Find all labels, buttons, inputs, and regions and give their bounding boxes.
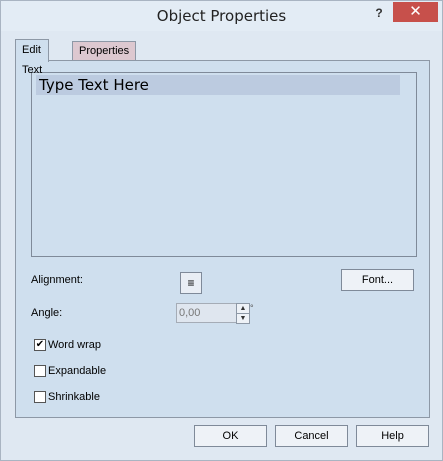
alignment-label: Alignment:: [31, 274, 83, 286]
help-button[interactable]: Help: [356, 425, 429, 447]
help-icon[interactable]: ?: [369, 3, 389, 23]
ok-button[interactable]: OK: [194, 425, 267, 447]
font-button[interactable]: Font...: [341, 269, 414, 291]
word-wrap-checkbox[interactable]: ✔: [34, 339, 46, 351]
text-content[interactable]: Type Text Here: [36, 75, 400, 95]
cancel-button[interactable]: Cancel: [275, 425, 348, 447]
angle-input[interactable]: 0,00: [176, 303, 240, 323]
alignment-button[interactable]: ≡: [180, 272, 202, 294]
angle-label: Angle:: [31, 307, 63, 319]
title-bar: Object Properties ? ✕: [1, 1, 442, 31]
text-editor[interactable]: Type Text Here: [31, 72, 417, 257]
shrinkable-label: Shrinkable: [48, 391, 100, 403]
shrinkable-checkbox[interactable]: [34, 391, 46, 403]
angle-spin-down-icon[interactable]: ▼: [236, 313, 250, 324]
close-button[interactable]: ✕: [393, 2, 438, 22]
word-wrap-label: Word wrap: [48, 339, 101, 351]
dialog-window: Object Properties ? ✕ Edit Text Properti…: [0, 0, 443, 461]
tab-properties[interactable]: Properties: [72, 41, 137, 60]
align-left-icon: ≡: [187, 276, 195, 290]
expandable-checkbox[interactable]: [34, 365, 46, 377]
edit-text-panel: Type Text Here Alignment: ≡ Font... Angl…: [15, 60, 430, 418]
degree-symbol: °: [250, 303, 254, 313]
expandable-label: Expandable: [48, 365, 107, 377]
tab-edit-text[interactable]: Edit Text: [15, 39, 50, 76]
